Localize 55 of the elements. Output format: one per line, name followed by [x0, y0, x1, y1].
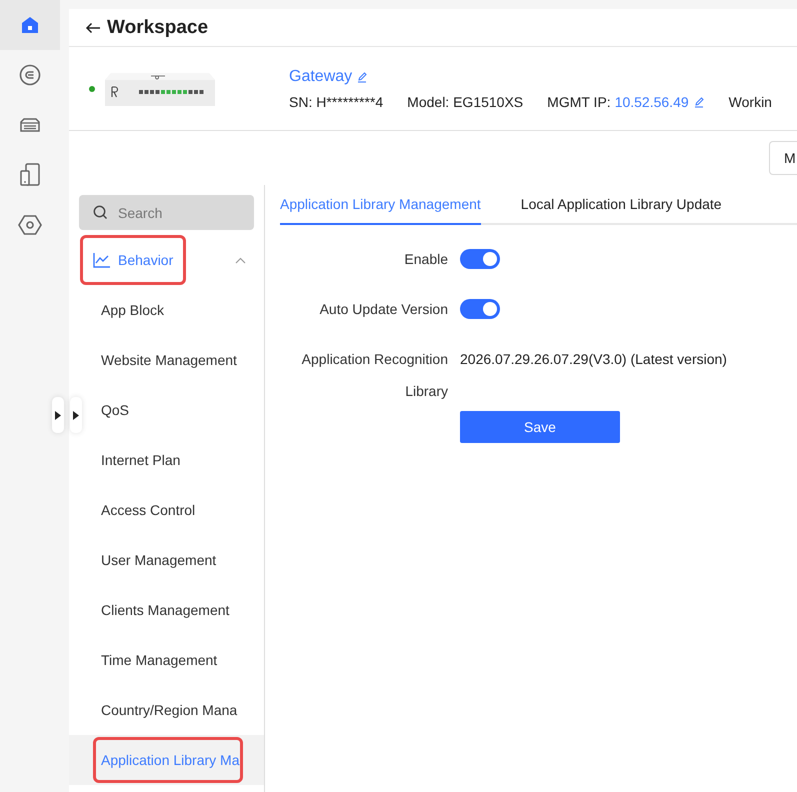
menu-item-label: Application Library Ma	[93, 737, 243, 783]
devices-icon	[19, 163, 41, 187]
expand-handle[interactable]	[52, 397, 64, 433]
menu-item-label: Time Management	[100, 651, 218, 670]
menu-item[interactable]: Website Management	[69, 335, 264, 385]
toggle-switch[interactable]	[460, 249, 500, 269]
home-icon	[20, 15, 40, 35]
field-label: Enable	[403, 250, 448, 269]
edit-pencil-icon[interactable]	[356, 70, 368, 82]
menu-item[interactable]: App Block	[69, 285, 264, 335]
group-label: Behavior	[118, 252, 174, 268]
menu-item-label: App Block	[100, 301, 166, 320]
menu-group-header[interactable]: Behavior	[69, 235, 264, 285]
menu-item-label: Country/Region Mana	[100, 701, 238, 720]
page-title: Workspace	[107, 16, 208, 38]
circle-e-icon	[19, 64, 41, 86]
edit-pencil-icon[interactable]	[692, 96, 705, 108]
router-icon	[18, 117, 42, 133]
back-arrow-icon	[85, 22, 101, 34]
menu-item-label: Access Control	[100, 501, 196, 520]
rail-button[interactable]	[0, 0, 60, 50]
menu-item-label: Clients Management	[100, 601, 230, 620]
play-triangle-icon	[55, 410, 61, 420]
toggle-switch[interactable]	[460, 299, 500, 319]
model-text: Model: EG1510XS	[407, 94, 524, 110]
save-button[interactable]: Save	[460, 411, 620, 443]
menu-item[interactable]: Internet Plan	[69, 435, 264, 485]
menu-item[interactable]: Clients Management	[69, 585, 264, 635]
hexagon-icon	[18, 214, 42, 236]
field-value: 2026.07.29.26.07.29(V3.0) (Latest version)	[460, 350, 727, 369]
mgmt-ip-link[interactable]: 10.52.56.49	[614, 94, 689, 110]
menu-item[interactable]: Country/Region Mana	[69, 685, 264, 735]
menu-item-label: QoS	[100, 401, 130, 420]
menu-item[interactable]: User Management	[69, 535, 264, 585]
menu-item-label: User Management	[100, 551, 218, 570]
menu-item[interactable]: Access Control	[69, 485, 264, 535]
mgmt-ip-label: MGMT IP:	[547, 94, 611, 110]
menu-item-label: Internet Plan	[100, 451, 182, 470]
field-label: Auto Update Version	[318, 300, 448, 319]
field-label: Application Recognition Library	[300, 350, 448, 401]
chevron-icon	[235, 256, 246, 264]
tab[interactable]: Application Library Management	[280, 185, 481, 225]
serial-number-text: SN: H*********4	[289, 94, 384, 110]
back-button[interactable]	[85, 22, 101, 34]
device-name-link[interactable]: Gateway	[289, 68, 352, 86]
tab[interactable]: Local Application Library Update	[520, 185, 722, 225]
search-field[interactable]: Search	[79, 195, 254, 230]
line-chart-icon	[93, 252, 110, 268]
expand-handle[interactable]	[70, 397, 82, 433]
working-mode-text: Workin	[728, 94, 772, 110]
toolbar-button[interactable]: M	[769, 141, 797, 175]
menu-item-label: Website Management	[100, 351, 238, 370]
play-triangle-icon	[73, 410, 79, 420]
menu-item[interactable]: Time Management	[69, 635, 264, 685]
menu-item[interactable]: QoS	[69, 385, 264, 435]
